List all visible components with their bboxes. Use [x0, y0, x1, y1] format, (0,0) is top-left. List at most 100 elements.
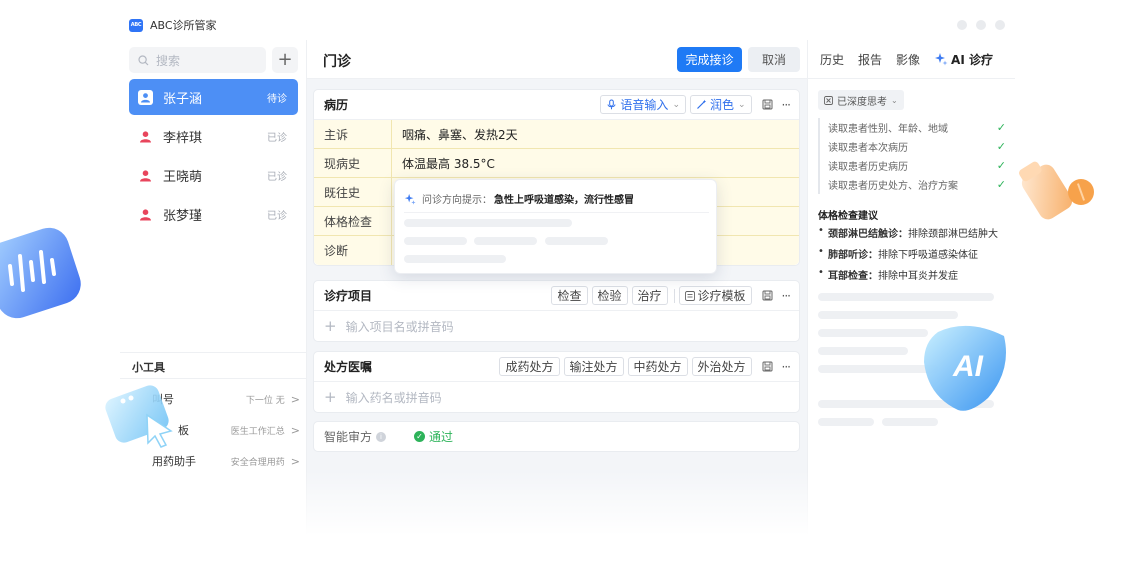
reasoning-step: 读取患者历史病历 ✓ [820, 156, 1006, 175]
skeleton-line [474, 237, 537, 245]
medicine-input[interactable]: + 输入药名或拼音码 [314, 382, 799, 412]
chevron-right-icon: > [290, 392, 300, 406]
chevron-down-icon[interactable]: ⌄ [672, 100, 680, 110]
patient-sidebar: 搜索 + 张子涵 待诊 李梓琪 已诊 王晓萌 已诊 张梦瑾 已诊 小工具 叫号 … [120, 40, 307, 540]
card-title: 诊疗项目 [324, 289, 373, 303]
prescription-card: 处方医嘱 成药处方 输注处方 中药处方 外治处方 ··· + 输入药名或拼音码 [313, 351, 800, 413]
external-treatment-button[interactable]: 外治处方 [691, 357, 752, 376]
therapy-button[interactable]: 治疗 [631, 286, 668, 305]
sparkle-icon [404, 193, 416, 205]
voice-input-button[interactable]: 语音输入 ⌄ [600, 95, 686, 114]
patient-status: 已诊 [267, 132, 287, 144]
record-label: 体格检查 [314, 207, 392, 235]
microphone-icon [607, 99, 616, 110]
deep-think-toggle[interactable]: 已深度思考 ⌄ [818, 90, 904, 110]
divider [404, 212, 709, 213]
reasoning-step: 读取患者历史处方、治疗方案 ✓ [820, 175, 1006, 194]
info-icon[interactable]: i [376, 431, 387, 442]
chevron-down-icon: ⌄ [891, 95, 898, 105]
more-icon[interactable]: ··· [782, 98, 792, 112]
tab-report[interactable]: 报告 [858, 51, 882, 68]
treatment-item-input[interactable]: + 输入项目名或拼音码 [314, 311, 799, 341]
skeleton-line [404, 255, 506, 263]
add-patient-button[interactable]: + [272, 47, 298, 73]
window-dot-2[interactable] [976, 20, 986, 30]
voice-input-label: 语音输入 [620, 98, 669, 112]
tab-imaging[interactable]: 影像 [896, 51, 920, 68]
infusion-button[interactable]: 输注处方 [563, 357, 624, 376]
suggestion-head: 肺部听诊： [828, 250, 878, 261]
save-icon[interactable] [760, 359, 776, 375]
check-circle-icon: ✓ [414, 431, 426, 442]
patient-item[interactable]: 王晓萌 已诊 [129, 157, 298, 193]
save-icon[interactable] [760, 97, 776, 113]
lab-test-button[interactable]: 检验 [591, 286, 628, 305]
skeleton-line [818, 293, 994, 301]
patent-medicine-button[interactable]: 成药处方 [499, 357, 560, 376]
hint-title: 问诊方向提示： 急性上呼吸道感染，流行性感冒 [404, 191, 634, 206]
patient-item[interactable]: 李梓琪 已诊 [129, 118, 298, 154]
bullet: • [818, 246, 824, 257]
skeleton-line [818, 347, 908, 355]
tab-history[interactable]: 历史 [820, 51, 844, 68]
ai-shield-decoration-icon: AI [924, 325, 1006, 411]
audit-result-text: 通过 [429, 430, 454, 444]
step-text: 读取患者历史病历 [828, 162, 908, 173]
tab-ai-diagnosis[interactable]: AI 诊疗 [934, 51, 993, 68]
page-title: 门诊 [323, 54, 351, 70]
complete-visit-button[interactable]: 完成接诊 [677, 47, 742, 72]
pill-bottle-decoration-icon [1019, 161, 1094, 220]
treatment-template-button[interactable]: 诊疗模板 [678, 286, 752, 305]
record-label: 现病史 [314, 149, 392, 177]
search-row: 搜索 + [129, 47, 298, 73]
patient-item[interactable]: 张梦瑾 已诊 [129, 196, 298, 232]
suggestion-head: 耳部检查： [828, 271, 878, 282]
chevron-right-icon: > [290, 454, 300, 468]
record-value[interactable]: 体温最高 38.5°C [392, 149, 799, 177]
hint-prefix: 问诊方向提示： [422, 195, 492, 206]
ai-tab-label: AI 诊疗 [951, 52, 993, 67]
exam-button[interactable]: 检查 [551, 286, 588, 305]
check-icon: ✓ [996, 140, 1006, 153]
patient-name: 王晓萌 [163, 169, 203, 185]
tool-name: 板 [178, 424, 189, 437]
more-icon[interactable]: ··· [782, 360, 792, 374]
hint-text[interactable]: 急性上呼吸道感染，流行性感冒 [494, 191, 634, 206]
app-title: ABC诊所管家 [150, 19, 217, 32]
template-icon [684, 290, 695, 301]
polish-button[interactable]: 润色 ⌄ [689, 95, 752, 114]
bottom-fade [0, 470, 1125, 564]
record-value[interactable]: 咽痛、鼻塞、发热2天 [392, 120, 799, 148]
search-input[interactable]: 搜索 [129, 47, 266, 73]
herbal-medicine-button[interactable]: 中药处方 [627, 357, 688, 376]
divider [673, 288, 675, 303]
suggestion-title: 体格检查建议 [818, 211, 878, 222]
card-title: 处方医嘱 [324, 360, 373, 374]
more-icon[interactable]: ··· [782, 289, 792, 303]
skeleton-line [882, 418, 938, 426]
smart-prescription-audit: 智能审方 i ✓ 通过 [313, 421, 800, 452]
search-placeholder: 搜索 [156, 53, 181, 68]
treatment-card: 诊疗项目 检查 检验 治疗 诊疗模板 ··· + 输入项目名或拼音码 [313, 280, 800, 342]
magic-wand-icon [697, 99, 707, 109]
right-tabs: 历史 报告 影像 AI 诊疗 [808, 40, 1015, 79]
window-dot-1[interactable] [957, 20, 967, 30]
card-title: 病历 [324, 98, 349, 112]
skeleton-line [818, 329, 928, 337]
chevron-down-icon[interactable]: ⌄ [738, 100, 746, 110]
patient-item-active[interactable]: 张子涵 待诊 [129, 79, 298, 115]
patient-status: 已诊 [267, 171, 287, 183]
suggestion-item: • 颈部淋巴结触诊：排除颈部淋巴结肿大 [818, 225, 1013, 240]
window-dot-3[interactable] [995, 20, 1005, 30]
save-icon[interactable] [760, 288, 776, 304]
clinic-main: 门诊 完成接诊 取消 病历 语音输入 ⌄ 润色 ⌄ ··· 主诉 咽痛、鼻塞、发… [307, 40, 807, 540]
cancel-button[interactable]: 取消 [748, 47, 800, 72]
patient-name: 张子涵 [163, 91, 203, 107]
sparkle-icon [935, 53, 948, 66]
suggestion-item: • 耳部检查：排除中耳炎并发症 [818, 267, 1013, 282]
bullet: • [818, 225, 824, 236]
reasoning-step: 读取患者性别、年龄、地域 ✓ [820, 118, 1006, 137]
suggestion-text: 排除下呼吸道感染体征 [878, 250, 978, 261]
app-logo: ABC [129, 18, 143, 32]
plus-icon: + [324, 388, 337, 406]
